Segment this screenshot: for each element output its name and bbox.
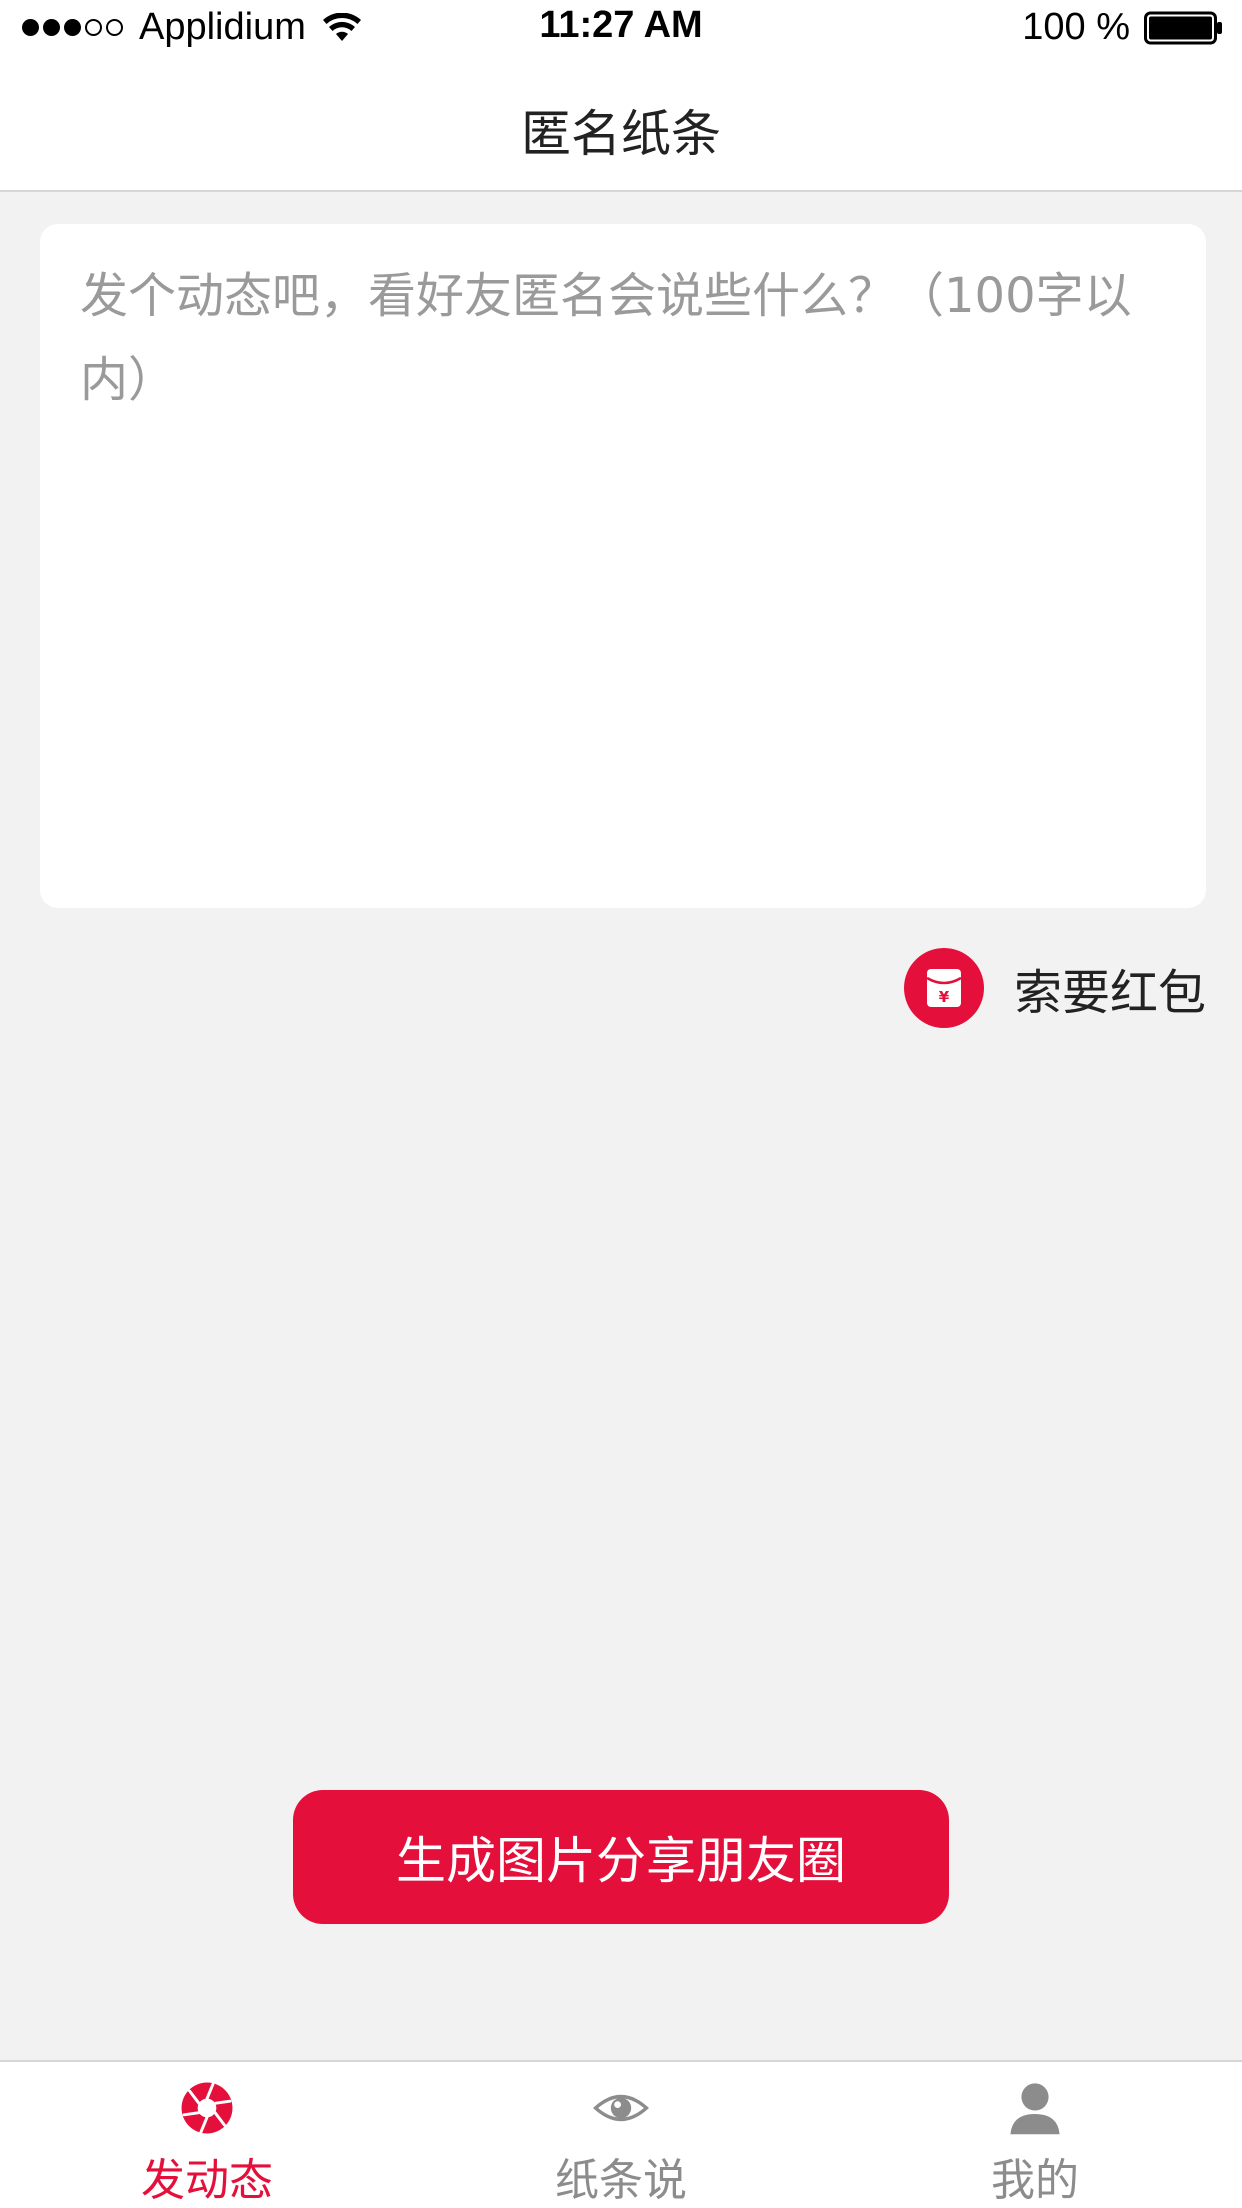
request-red-packet-label: 索要红包 [1013,965,1206,1021]
tab-post[interactable]: 发动态 [0,2062,414,2208]
eye-icon [593,2094,649,2122]
tab-label: 发动态 [141,2155,273,2206]
tab-label: 纸条说 [555,2155,687,2206]
screen: Applidium 11:27 AM 100 % 匿名纸条 发个动态吧，看好友匿… [0,0,1242,2208]
page-title: 匿名纸条 [521,105,721,163]
nav-bar: 匿名纸条 [0,56,1242,192]
tab-notes[interactable]: 纸条说 [414,2062,828,2208]
generate-share-image-button[interactable]: 生成图片分享朋友圈 [293,1790,949,1924]
tab-label: 我的 [991,2155,1079,2206]
battery-icon [1144,11,1222,44]
status-right: 100 % [1022,6,1224,49]
tab-bar: 发动态 纸条说 我的 [0,2060,1242,2208]
request-red-packet-button[interactable]: ¥ 索要红包 [903,948,1206,1028]
status-bar: Applidium 11:27 AM 100 % [0,0,1242,56]
compose-card [40,224,1206,908]
camera-aperture-icon [181,2082,233,2134]
tab-profile[interactable]: 我的 [828,2062,1242,2208]
user-icon [1010,2083,1060,2135]
battery-percent: 100 % [1022,6,1130,48]
red-envelope-icon: ¥ [903,948,984,1028]
post-content-input[interactable] [80,254,1166,878]
svg-text:¥: ¥ [939,988,950,1006]
